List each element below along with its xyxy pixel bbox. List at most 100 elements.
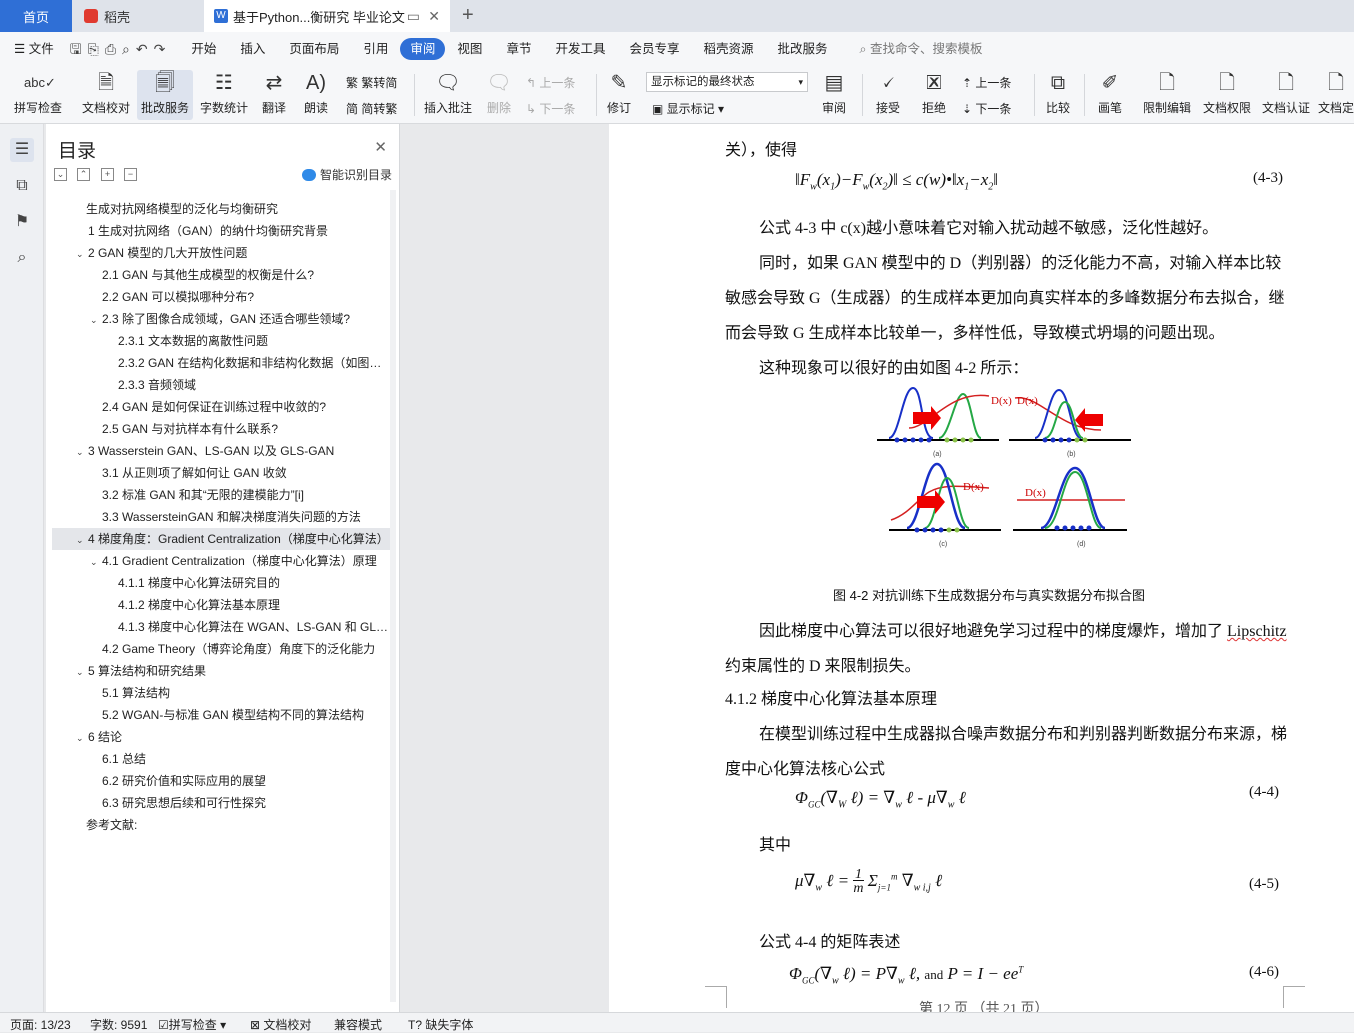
toc-item[interactable]: 参考文献: (52, 814, 390, 836)
document-page[interactable]: 关），使得 ‖Fw(x1)−Fw(x2)‖ ≤ c(w)•‖x1−x2‖ (4-… (609, 124, 1354, 1012)
doc-auth-button[interactable]: 🗋 文档认证 (1258, 70, 1314, 120)
toc-item[interactable]: 1 生成对抗网络（GAN）的纳什均衡研究背景 (52, 220, 390, 242)
spellcheck-toggle[interactable]: ☑拼写检查 ▾ (158, 1016, 226, 1033)
collapse-all-icon[interactable]: − (124, 168, 137, 181)
toc-item[interactable]: 6.3 研究思想后续和可行性探究 (52, 792, 390, 814)
word-count-indicator[interactable]: 字数: 9591 (90, 1016, 147, 1033)
doc-check-button[interactable]: 🗎 文档校对 (78, 70, 134, 120)
toc-item[interactable]: 4.1.1 梯度中心化算法研究目的 (52, 572, 390, 594)
next-change-button[interactable]: ⇣ 下一条 (962, 100, 1011, 117)
menu-item-10[interactable]: 批改服务 (766, 38, 840, 60)
chevron-down-icon[interactable]: ⌄ (76, 441, 88, 462)
command-search[interactable]: ⌕ 查找命令、搜索模板 (848, 38, 995, 60)
read-aloud-button[interactable]: A) 朗读 (298, 70, 334, 120)
doc-check-status[interactable]: ⊠ 文档校对 (250, 1016, 311, 1033)
toc-item[interactable]: ⌄ 2.3 除了图像合成领域，GAN 还适合哪些领域? (52, 308, 390, 330)
restrict-edit-button[interactable]: 🗋 限制编辑 (1140, 70, 1194, 120)
toc-item[interactable]: 4.1.3 梯度中心化算法在 WGAN、LS-GAN 和 GLS-GAN (52, 616, 390, 638)
toc-item[interactable]: 4.2 Game Theory（博弈论角度）角度下的泛化能力 (52, 638, 390, 660)
new-tab-icon[interactable]: + (462, 4, 474, 27)
tab-daoke[interactable]: 稻壳 (74, 0, 202, 32)
toc-item[interactable]: 6.2 研究价值和实际应用的展望 (52, 770, 390, 792)
review-pane-button[interactable]: ▤ 审阅 (814, 70, 854, 120)
expand-all-icon[interactable]: + (101, 168, 114, 181)
collapse-level-icon[interactable]: ⌄ (54, 168, 67, 181)
chevron-down-icon[interactable]: ⌄ (76, 243, 88, 264)
menu-item-2[interactable]: 页面布局 (277, 38, 351, 60)
expand-level-icon[interactable]: ⌃ (77, 168, 90, 181)
toc-item[interactable]: 2.3.1 文本数据的离散性问题 (52, 330, 390, 352)
missing-font-indicator[interactable]: T? 缺失字体 (408, 1016, 473, 1033)
spellcheck-button[interactable]: abc✓ 拼写检查 (6, 70, 70, 120)
toc-item[interactable]: 2.3.3 音频领域 (52, 374, 390, 396)
close-icon[interactable]: ✕ (428, 8, 440, 25)
tab-home[interactable]: 首页 (0, 0, 72, 32)
delete-comment-button[interactable]: 🗨 删除 (480, 70, 518, 120)
trad-to-simp-button[interactable]: 繁 繁转简 (346, 74, 397, 91)
spelling-flag[interactable]: Lipschitz (1227, 623, 1287, 640)
doc-rights-button[interactable]: 🗋 文档权限 (1200, 70, 1254, 120)
toc-item[interactable]: 2.3.2 GAN 在结构化数据和非结构化数据（如图像、音频） (52, 352, 390, 374)
chapter-icon[interactable]: ⧉ (10, 174, 34, 198)
toc-item[interactable]: 5.2 WGAN-与标准 GAN 模型结构不同的算法结构 (52, 704, 390, 726)
chevron-down-icon[interactable]: ⌄ (90, 551, 102, 572)
menu-item-5[interactable]: 视图 (445, 38, 494, 60)
smart-toc-button[interactable]: 智能识别目录 (302, 166, 392, 183)
toc-icon[interactable]: ☰ (10, 138, 34, 162)
tab-document[interactable]: W 基于Python...衡研究 毕业论文 ▭ ✕ (204, 0, 450, 32)
toc-item[interactable]: 2.5 GAN 与对抗样本有什么联系? (52, 418, 390, 440)
close-icon[interactable]: ✕ (374, 138, 387, 156)
search-icon[interactable]: ⌕ (10, 246, 34, 270)
toc-item[interactable]: ⌄ 6 结论 (52, 726, 390, 748)
quick-access-icons[interactable]: 🖫⎘⎙⌕↶↷ (66, 38, 176, 60)
toc-item[interactable]: 3.3 WassersteinGAN 和解决梯度消失问题的方法 (52, 506, 390, 528)
toc-scrollbar[interactable] (390, 190, 396, 1002)
show-markup-button[interactable]: ▣ 显示标记 ▾ (652, 100, 724, 117)
correct-service-button[interactable]: 🗐 批改服务 (137, 70, 193, 120)
chevron-down-icon[interactable]: ⌄ (76, 529, 88, 550)
chevron-down-icon[interactable]: ⌄ (76, 727, 88, 748)
toc-item[interactable]: ⌄ 2 GAN 模型的几大开放性问题 (52, 242, 390, 264)
bookmark-icon[interactable]: ⚑ (10, 210, 34, 234)
doc-more-button[interactable]: 🗋 文档定 (1318, 70, 1354, 120)
toc-item[interactable]: 生成对抗网络模型的泛化与均衡研究 (52, 198, 390, 220)
toc-item[interactable]: ⌄ 4.1 Gradient Centralization（梯度中心化算法）原理 (52, 550, 390, 572)
menu-item-3[interactable]: 引用 (351, 38, 400, 60)
translate-button[interactable]: ⇄ 翻译 (256, 70, 292, 120)
menu-item-6[interactable]: 章节 (494, 38, 543, 60)
toc-item[interactable]: 6.1 总结 (52, 748, 390, 770)
menu-item-8[interactable]: 会员专享 (617, 38, 691, 60)
insert-comment-button[interactable]: 🗨 插入批注 (420, 70, 476, 120)
toc-item[interactable]: 5.1 算法结构 (52, 682, 390, 704)
toc-item[interactable]: 3.2 标准 GAN 和其“无限的建模能力”[i] (52, 484, 390, 506)
toc-item[interactable]: 2.4 GAN 是如何保证在训练过程中收敛的? (52, 396, 390, 418)
menu-item-7[interactable]: 开发工具 (543, 38, 617, 60)
next-comment-button[interactable]: ↳ 下一条 (526, 100, 575, 117)
markup-state-select[interactable]: 显示标记的最终状态 ▾ (646, 72, 808, 92)
prev-comment-button[interactable]: ↰ 上一条 (526, 74, 575, 91)
toc-item[interactable]: ⌄ 4 梯度角度：Gradient Centralization（梯度中心化算法） (52, 528, 390, 550)
accept-button[interactable]: 🗸 接受 (868, 70, 908, 120)
toc-item[interactable]: ⌄ 5 算法结构和研究结果 (52, 660, 390, 682)
prev-change-button[interactable]: ⇡ 上一条 (962, 74, 1011, 91)
menu-item-0[interactable]: 开始 (179, 38, 228, 60)
reject-button[interactable]: 🗷 拒绝 (914, 70, 954, 120)
compare-button[interactable]: ⧉ 比较 (1038, 70, 1078, 120)
word-count-button[interactable]: ☷ 字数统计 (198, 70, 250, 120)
menu-item-1[interactable]: 插入 (228, 38, 277, 60)
pen-button[interactable]: ✐ 画笔 (1090, 70, 1130, 120)
toc-item[interactable]: 2.2 GAN 可以模拟哪种分布? (52, 286, 390, 308)
simp-to-trad-button[interactable]: 简 简转繁 (346, 100, 397, 117)
toc-item[interactable]: 2.1 GAN 与其他生成模型的权衡是什么? (52, 264, 390, 286)
toc-item[interactable]: ⌄ 3 Wasserstein GAN、LS-GAN 以及 GLS-GAN (52, 440, 390, 462)
revise-button[interactable]: ✎ 修订 (600, 70, 638, 120)
toc-item[interactable]: 3.1 从正则项了解如何让 GAN 收敛 (52, 462, 390, 484)
chevron-down-icon[interactable]: ⌄ (90, 309, 102, 330)
chevron-down-icon[interactable]: ⌄ (76, 661, 88, 682)
toc-item[interactable]: 4.1.2 梯度中心化算法基本原理 (52, 594, 390, 616)
tab-window-icon[interactable]: ▭ (407, 8, 420, 25)
file-menu[interactable]: ☰ 文件 (0, 38, 66, 60)
menu-item-4[interactable]: 审阅 (400, 38, 446, 60)
menu-item-9[interactable]: 稻壳资源 (691, 38, 765, 60)
page-indicator[interactable]: 页面: 13/23 (10, 1016, 71, 1033)
